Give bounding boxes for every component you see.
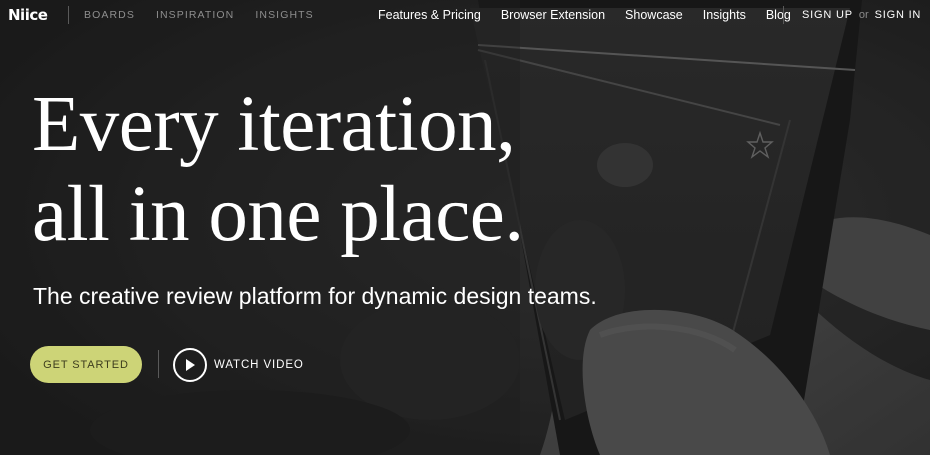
auth-links: SIGN UP or SIGN IN <box>802 9 921 22</box>
hero-subheadline: The creative review platform for dynamic… <box>33 283 597 309</box>
niice-logo[interactable]: Niice <box>8 6 48 24</box>
watch-video-button[interactable]: WATCH VIDEO <box>173 346 304 384</box>
cta-divider <box>158 350 159 378</box>
nav-link-showcase[interactable]: Showcase <box>625 7 683 23</box>
sign-up-link[interactable]: SIGN UP <box>802 9 853 22</box>
nav-link-insights-main[interactable]: Insights <box>703 7 746 23</box>
nav-link-blog[interactable]: Blog <box>766 7 791 23</box>
get-started-button[interactable]: GET STARTED <box>30 346 142 383</box>
landing-page: Niice BOARDS INSPIRATION INSIGHTS Featur… <box>0 0 930 455</box>
logo-divider <box>68 6 69 24</box>
primary-nav: Features & Pricing Browser Extension Sho… <box>378 7 791 23</box>
nav-link-inspiration[interactable]: INSPIRATION <box>156 9 234 22</box>
secondary-nav: BOARDS INSPIRATION INSIGHTS <box>84 9 314 22</box>
hero-headline-line-2: all in one place. <box>32 171 524 258</box>
hero-headline: Every iteration, all in one place. <box>32 80 524 260</box>
sign-in-link[interactable]: SIGN IN <box>875 9 922 22</box>
nav-divider <box>783 6 784 24</box>
top-navigation: Niice BOARDS INSPIRATION INSIGHTS Featur… <box>0 0 930 32</box>
auth-separator: or <box>858 9 869 21</box>
nav-link-insights[interactable]: INSIGHTS <box>255 9 313 22</box>
play-triangle <box>186 359 195 371</box>
watch-video-label: WATCH VIDEO <box>214 359 304 371</box>
nav-link-boards[interactable]: BOARDS <box>84 9 135 22</box>
nav-link-features-pricing[interactable]: Features & Pricing <box>378 7 481 23</box>
nav-link-browser-extension[interactable]: Browser Extension <box>501 7 605 23</box>
play-icon[interactable] <box>173 348 207 382</box>
hero-headline-line-1: Every iteration, <box>32 81 516 168</box>
